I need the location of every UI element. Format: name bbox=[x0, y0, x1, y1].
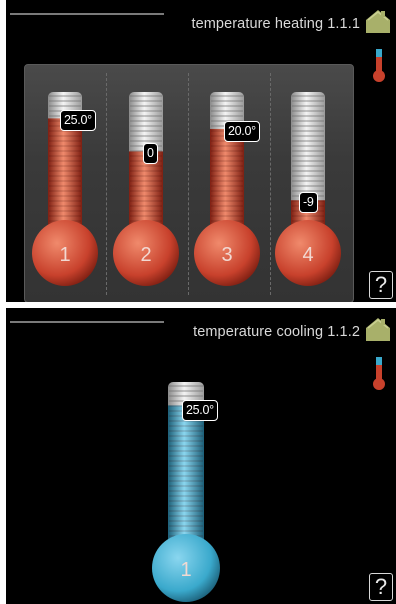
title-rule bbox=[10, 321, 164, 323]
home-icon[interactable] bbox=[364, 8, 392, 34]
thermometer-4[interactable]: 4 -9 bbox=[273, 92, 343, 295]
thermometer-number: 1 bbox=[59, 244, 70, 266]
divider bbox=[188, 73, 189, 295]
title-rule bbox=[10, 13, 164, 15]
temperature-value-label: 25.0° bbox=[182, 400, 218, 421]
temperature-value-label: 25.0° bbox=[60, 110, 96, 132]
page-title: temperature heating 1.1.1 bbox=[191, 16, 360, 32]
thermometer-number: 2 bbox=[140, 244, 151, 266]
mini-thermometer-icon bbox=[373, 49, 385, 82]
home-icon[interactable] bbox=[364, 316, 392, 342]
help-label: ? bbox=[374, 574, 388, 599]
help-label: ? bbox=[374, 272, 388, 297]
thermometer-number: 4 bbox=[302, 244, 313, 266]
thermometer-number: 3 bbox=[221, 244, 232, 266]
thermometer-1[interactable]: 1 25.0° bbox=[150, 382, 222, 604]
divider bbox=[106, 73, 107, 295]
thermometer-number: 1 bbox=[180, 559, 191, 581]
thermometer-2[interactable]: 20 bbox=[111, 92, 181, 295]
divider bbox=[270, 73, 271, 295]
heating-screen: temperature heating 1.1.1 1 25.0° 2 0 3 20.0°… bbox=[6, 0, 396, 302]
thermometer-3[interactable]: 3 20.0° bbox=[192, 92, 262, 295]
mini-thermometer-icon bbox=[373, 357, 385, 390]
help-button[interactable]: ? bbox=[369, 573, 393, 601]
cooling-screen: temperature cooling 1.1.2 1 25.0° ? bbox=[6, 308, 396, 604]
temperature-value-label: 20.0° bbox=[224, 120, 260, 142]
temperature-value-label: -9 bbox=[299, 192, 318, 214]
thermometer-1[interactable]: 1 25.0° bbox=[30, 92, 100, 295]
page-title: temperature cooling 1.1.2 bbox=[193, 324, 360, 340]
help-button[interactable]: ? bbox=[369, 271, 393, 299]
temperature-value-label: 0 bbox=[143, 143, 158, 165]
